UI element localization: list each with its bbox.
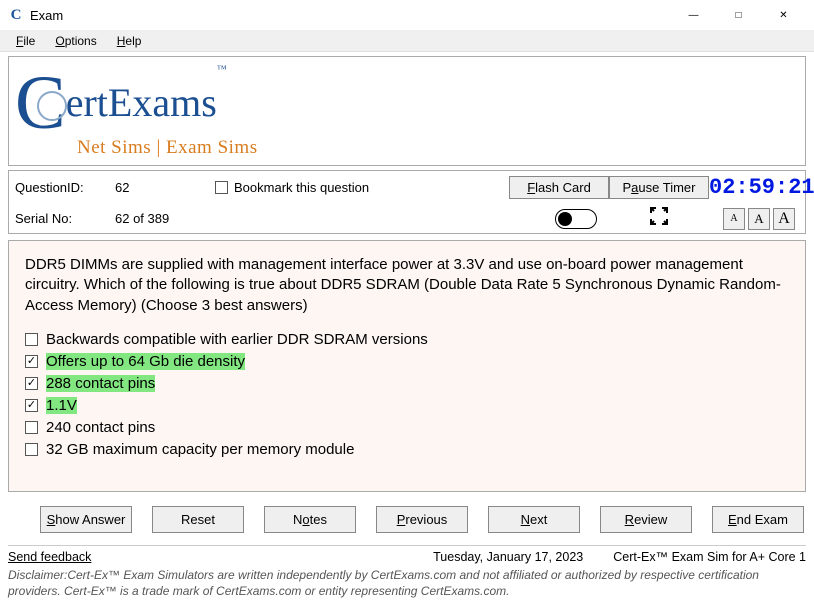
previous-button[interactable]: Previous bbox=[376, 506, 468, 533]
option-text: 288 contact pins bbox=[46, 375, 155, 392]
maximize-button[interactable]: □ bbox=[716, 0, 761, 30]
option-text: Offers up to 64 Gb die density bbox=[46, 353, 245, 370]
option-row[interactable]: Offers up to 64 Gb die density bbox=[25, 352, 789, 371]
serial-no-label: Serial No: bbox=[15, 211, 115, 226]
menu-options-rest: ptions bbox=[65, 34, 97, 48]
status-product: Cert-Ex™ Exam Sim for A+ Core 1 bbox=[613, 550, 806, 564]
font-medium-button[interactable]: A bbox=[748, 208, 770, 230]
dark-mode-toggle[interactable] bbox=[555, 209, 597, 229]
menu-help-rest: elp bbox=[125, 34, 141, 48]
menubar: File Options Help bbox=[0, 30, 814, 52]
serial-no-value: 62 of 389 bbox=[115, 211, 215, 226]
status-date: Tuesday, January 17, 2023 bbox=[433, 550, 583, 564]
question-meta-panel: QuestionID: 62 Bookmark this question Fl… bbox=[8, 170, 806, 234]
option-checkbox[interactable] bbox=[25, 443, 38, 456]
option-text: 32 GB maximum capacity per memory module bbox=[46, 441, 354, 458]
menu-file-rest: ile bbox=[23, 34, 35, 48]
bookmark-checkbox[interactable]: Bookmark this question bbox=[215, 180, 415, 195]
option-row[interactable]: 288 contact pins bbox=[25, 374, 789, 393]
status-bar: Send feedback Tuesday, January 17, 2023 … bbox=[8, 545, 806, 564]
option-checkbox[interactable] bbox=[25, 355, 38, 368]
font-small-button[interactable]: A bbox=[723, 208, 745, 230]
fullscreen-button[interactable] bbox=[609, 206, 709, 231]
option-row[interactable]: 240 contact pins bbox=[25, 418, 789, 437]
logo-subtitle: Net Sims | Exam Sims bbox=[77, 137, 258, 159]
flash-card-button[interactable]: Flash Card bbox=[509, 176, 609, 199]
notes-button[interactable]: Notes bbox=[264, 506, 356, 533]
next-button[interactable]: Next bbox=[488, 506, 580, 533]
minimize-button[interactable]: — bbox=[671, 0, 716, 30]
reset-button[interactable]: Reset bbox=[152, 506, 244, 533]
option-row[interactable]: 1.1V bbox=[25, 396, 789, 415]
logo-big-c: C bbox=[15, 65, 66, 141]
option-text: 1.1V bbox=[46, 397, 77, 414]
window-title: Exam bbox=[30, 8, 63, 23]
checkbox-box-icon bbox=[215, 181, 228, 194]
option-row[interactable]: 32 GB maximum capacity per memory module bbox=[25, 440, 789, 459]
app-icon: C bbox=[8, 7, 24, 23]
menu-options[interactable]: Options bbox=[45, 32, 106, 50]
logo-banner: CertExams™ Net Sims | Exam Sims bbox=[8, 56, 806, 166]
option-checkbox[interactable] bbox=[25, 399, 38, 412]
option-checkbox[interactable] bbox=[25, 421, 38, 434]
send-feedback-link[interactable]: Send feedback bbox=[8, 550, 91, 564]
show-answer-button[interactable]: Show Answer bbox=[40, 506, 132, 533]
option-text: 240 contact pins bbox=[46, 419, 155, 436]
question-text: DDR5 DIMMs are supplied with management … bbox=[25, 255, 789, 316]
options-list: Backwards compatible with earlier DDR SD… bbox=[25, 330, 789, 459]
review-button[interactable]: Review bbox=[600, 506, 692, 533]
action-button-row: Show Answer Reset Notes Previous Next Re… bbox=[8, 502, 806, 537]
brand-logo: CertExams™ bbox=[15, 65, 258, 141]
option-row[interactable]: Backwards compatible with earlier DDR SD… bbox=[25, 330, 789, 349]
expand-icon bbox=[649, 206, 669, 226]
logo-text: ertExams bbox=[66, 80, 217, 125]
menu-file[interactable]: File bbox=[6, 32, 45, 50]
window-titlebar: C Exam — □ ✕ bbox=[0, 0, 814, 30]
bookmark-label: Bookmark this question bbox=[234, 180, 369, 195]
menu-help[interactable]: Help bbox=[107, 32, 152, 50]
option-text: Backwards compatible with earlier DDR SD… bbox=[46, 331, 428, 348]
question-panel: DDR5 DIMMs are supplied with management … bbox=[8, 240, 806, 492]
timer-display: 02:59:21 bbox=[709, 175, 799, 200]
question-id-value: 62 bbox=[115, 180, 215, 195]
close-button[interactable]: ✕ bbox=[761, 0, 806, 30]
logo-tm: ™ bbox=[217, 64, 227, 75]
option-checkbox[interactable] bbox=[25, 333, 38, 346]
disclaimer-text: Disclaimer:Cert-Ex™ Exam Simulators are … bbox=[4, 568, 810, 599]
font-large-button[interactable]: A bbox=[773, 208, 795, 230]
question-id-label: QuestionID: bbox=[15, 180, 115, 195]
pause-timer-button[interactable]: Pause Timer bbox=[609, 176, 709, 199]
option-checkbox[interactable] bbox=[25, 377, 38, 390]
font-size-controls: A A A bbox=[709, 208, 799, 230]
end-exam-button[interactable]: End Exam bbox=[712, 506, 804, 533]
